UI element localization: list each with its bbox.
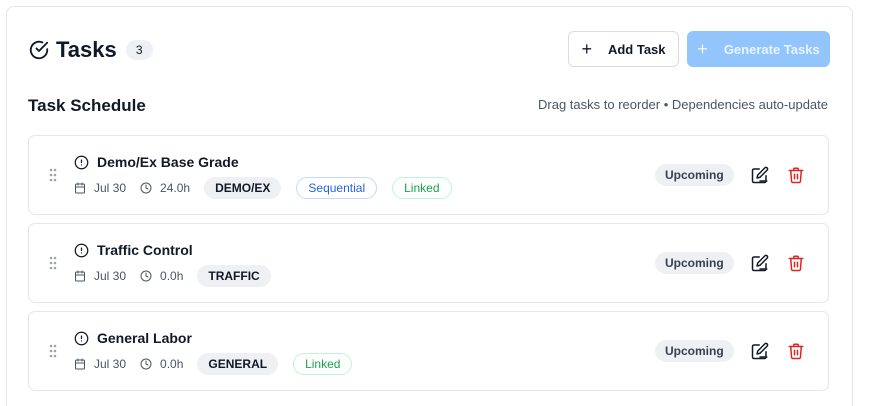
task-hours: 0.0h (140, 357, 183, 371)
calendar-icon (74, 358, 90, 370)
clock-icon (140, 270, 156, 282)
grip-vertical-icon[interactable] (49, 344, 57, 358)
linked-badge: Linked (392, 177, 452, 199)
task-title-row: Traffic Control (74, 242, 193, 258)
plus-icon: + (581, 39, 592, 59)
task-title: Traffic Control (97, 242, 193, 258)
task-date-text: Jul 30 (94, 269, 127, 283)
category-badge: GENERAL (197, 353, 279, 375)
task-meta: Jul 30 0.0h GENERAL Linked (74, 353, 367, 375)
task-meta: Jul 30 0.0h TRAFFIC (74, 265, 286, 287)
clock-icon (140, 182, 156, 194)
section-hint: Drag tasks to reorder • Dependencies aut… (538, 97, 828, 112)
calendar-icon (74, 270, 90, 282)
task-row[interactable]: Demo/Ex Base Grade Jul 30 24.0h DEMO/EX … (28, 135, 829, 215)
sequential-badge: Sequential (296, 177, 378, 199)
linked-badge: Linked (293, 353, 353, 375)
task-date-text: Jul 30 (94, 357, 127, 371)
alert-circle-icon (74, 331, 89, 346)
edit-icon[interactable] (751, 254, 769, 272)
page-title: Tasks (56, 37, 117, 62)
title-wrap: Tasks 3 (28, 37, 153, 63)
task-title: General Labor (97, 330, 192, 346)
task-hours-text: 0.0h (160, 269, 184, 283)
task-count-badge: 3 (125, 40, 153, 60)
task-hours-text: 24.0h (160, 181, 191, 195)
category-badge: DEMO/EX (204, 177, 282, 199)
edit-icon[interactable] (751, 342, 769, 360)
task-title: Demo/Ex Base Grade (97, 154, 239, 170)
generate-tasks-label: Generate Tasks (723, 41, 820, 57)
status-badge: Upcoming (655, 340, 734, 362)
status-badge: Upcoming (655, 252, 734, 274)
task-row[interactable]: General Labor Jul 30 0.0h GENERAL Linked… (28, 311, 829, 391)
generate-tasks-button[interactable]: + Generate Tasks (687, 31, 830, 67)
section-title: Task Schedule (28, 96, 146, 115)
task-row[interactable]: Traffic Control Jul 30 0.0h TRAFFIC Upco… (28, 223, 829, 303)
task-date-text: Jul 30 (94, 181, 127, 195)
add-task-label: Add Task (607, 41, 666, 57)
tasks-header: Tasks 3 + Add Task + Generate Tasks (28, 31, 830, 71)
edit-icon[interactable] (751, 166, 769, 184)
grip-vertical-icon[interactable] (49, 168, 57, 182)
trash-icon[interactable] (787, 166, 805, 184)
task-meta: Jul 30 24.0h DEMO/EX Sequential Linked (74, 177, 467, 199)
plus-icon: + (697, 39, 708, 59)
task-hours: 0.0h (140, 269, 183, 283)
task-date: Jul 30 (74, 357, 126, 371)
task-date: Jul 30 (74, 181, 126, 195)
task-date: Jul 30 (74, 269, 126, 283)
task-title-row: General Labor (74, 330, 192, 346)
alert-circle-icon (74, 155, 89, 170)
status-badge: Upcoming (655, 164, 734, 186)
add-task-button[interactable]: + Add Task (568, 31, 679, 67)
circle-check-icon (28, 39, 50, 61)
task-title-row: Demo/Ex Base Grade (74, 154, 239, 170)
tasks-card: Tasks 3 + Add Task + Generate Tasks Task… (6, 6, 853, 406)
task-hours-text: 0.0h (160, 357, 184, 371)
task-hours: 24.0h (140, 181, 190, 195)
calendar-icon (74, 182, 90, 194)
category-badge: TRAFFIC (197, 265, 271, 287)
grip-vertical-icon[interactable] (49, 256, 57, 270)
alert-circle-icon (74, 243, 89, 258)
trash-icon[interactable] (787, 342, 805, 360)
trash-icon[interactable] (787, 254, 805, 272)
clock-icon (140, 358, 156, 370)
